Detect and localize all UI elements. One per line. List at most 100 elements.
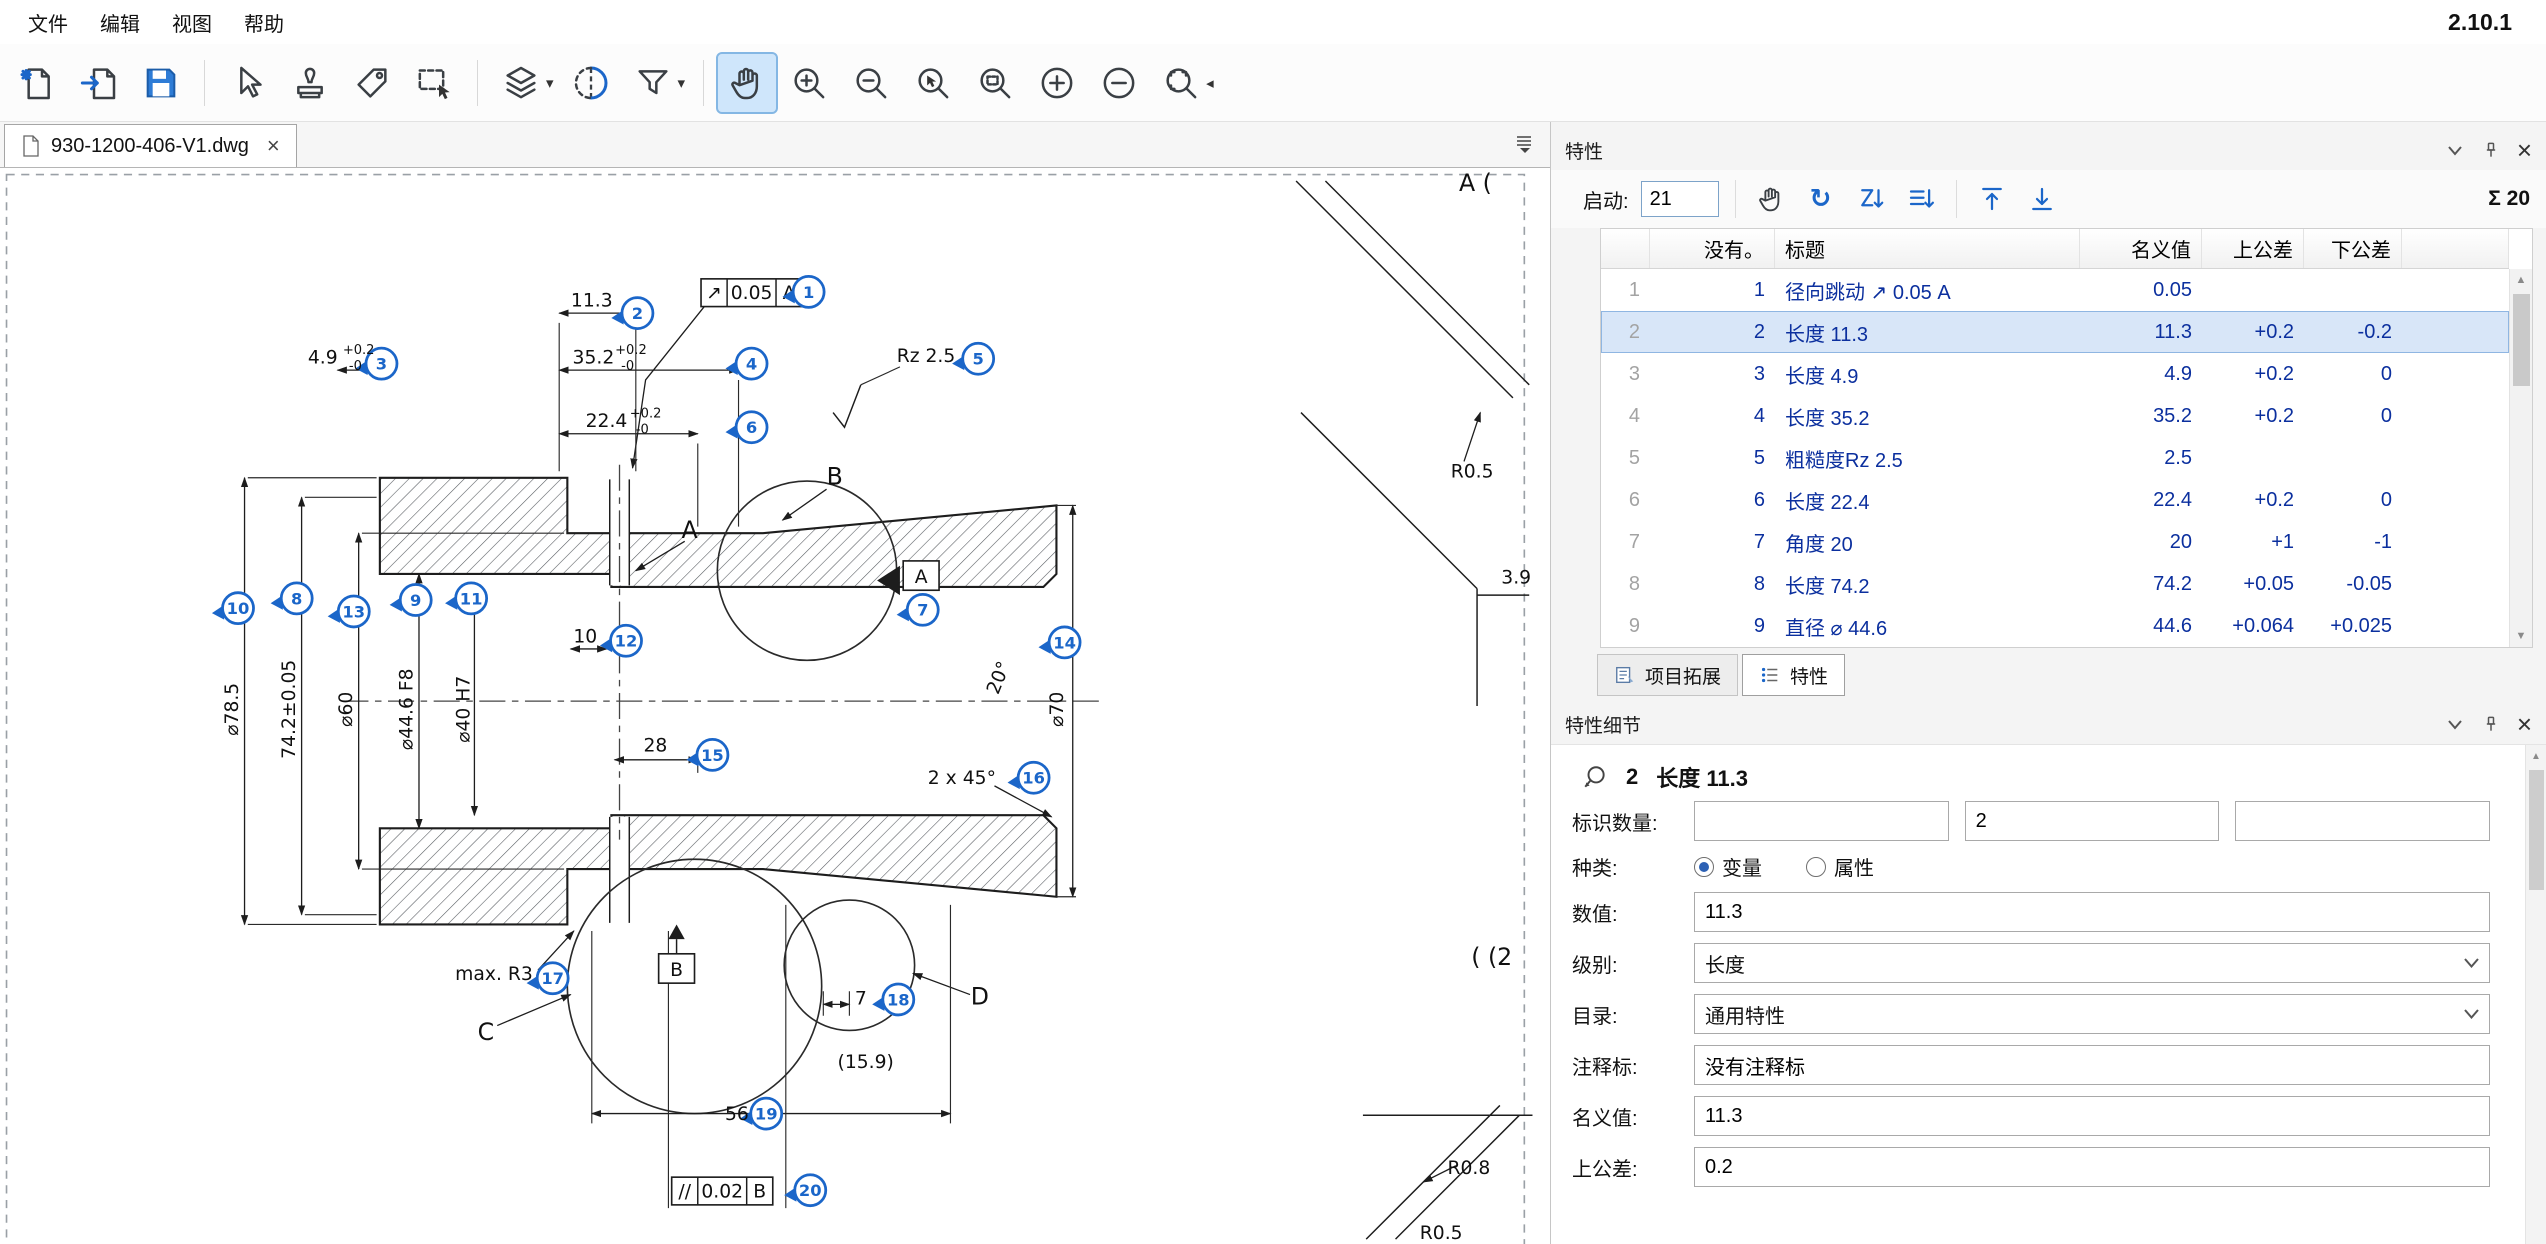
zoom-selection-button[interactable]	[904, 54, 962, 112]
balloon-13[interactable]: 13	[328, 596, 370, 627]
scrollbar-thumb[interactable]	[2529, 770, 2544, 890]
stamp-balloon-button[interactable]	[281, 54, 339, 112]
filter-button[interactable]	[624, 54, 682, 112]
balloon-16[interactable]: 16	[1008, 762, 1050, 793]
balloon-4[interactable]: 4	[725, 348, 767, 379]
close-icon[interactable]: ×	[2517, 711, 2532, 737]
note-input[interactable]	[1694, 1045, 2490, 1085]
select-cursor-button[interactable]	[219, 54, 277, 112]
id-count-input-3[interactable]	[2235, 801, 2490, 841]
id-count-input-1[interactable]	[1694, 801, 1949, 841]
properties-panel-title: 特性	[1565, 137, 1603, 164]
header-nominal[interactable]: 名义值	[2080, 229, 2202, 268]
scrollbar-thumb[interactable]	[2513, 294, 2530, 386]
balloon-12[interactable]: 12	[600, 625, 642, 656]
nominal-input[interactable]	[1694, 1096, 2490, 1136]
tab-list-menu-icon[interactable]	[1514, 134, 1536, 159]
catalog-dropdown[interactable]: 通用特性	[1694, 994, 2490, 1034]
radio-attribute[interactable]	[1806, 857, 1826, 877]
pan-hand-button[interactable]	[718, 54, 776, 112]
open-document-button[interactable]	[70, 54, 128, 112]
tab-properties[interactable]: 特性	[1742, 654, 1845, 696]
table-row[interactable]: 22长度 11.311.3+0.2-0.2	[1601, 311, 2509, 353]
table-row[interactable]: 44长度 35.235.2+0.20	[1601, 395, 2509, 437]
document-tab[interactable]: 930-1200-406-V1.dwg ×	[4, 124, 297, 167]
table-scrollbar[interactable]: ▲ ▼	[2509, 269, 2532, 647]
close-icon[interactable]: ×	[2517, 137, 2532, 163]
balloon-6[interactable]: 6	[725, 412, 767, 443]
zoom-out-circle-button[interactable]	[1090, 54, 1148, 112]
toolbar-collapse-chevron[interactable]: ◂	[1206, 74, 1214, 92]
menu-edit[interactable]: 编辑	[84, 2, 156, 43]
table-row[interactable]: 99直径 ⌀ 44.644.6+0.064+0.025	[1601, 605, 2509, 647]
zoom-in-circle-button[interactable]	[1028, 54, 1086, 112]
header-lower-tol[interactable]: 下公差	[2304, 229, 2402, 268]
mirror-button[interactable]	[562, 54, 620, 112]
dimension-label: ( (2	[1471, 943, 1512, 971]
balloon-20[interactable]: 20	[784, 1175, 826, 1206]
tab-label: 项目拓展	[1645, 662, 1721, 689]
chevron-down-icon[interactable]	[2453, 995, 2489, 1033]
pin-icon[interactable]	[2481, 714, 2501, 734]
class-dropdown[interactable]: 长度	[1694, 943, 2490, 983]
svg-text:B: B	[670, 960, 683, 981]
dimension-label: 28	[643, 736, 667, 757]
renumber-icon[interactable]: ↻	[1802, 180, 1840, 218]
table-row[interactable]: 11径向跳动 ↗ 0.05 A0.05	[1601, 269, 2509, 311]
filter-dropdown-caret[interactable]: ▾	[678, 74, 686, 92]
header-no[interactable]: 没有。	[1650, 229, 1775, 268]
scroll-up-icon[interactable]: ▲	[2510, 269, 2532, 291]
menu-file[interactable]: 文件	[12, 2, 84, 43]
pin-icon[interactable]	[2481, 140, 2501, 160]
scroll-down-icon[interactable]: ▼	[2510, 625, 2532, 647]
id-count-input-2[interactable]	[1965, 801, 2220, 841]
balloon-18[interactable]: 18	[872, 984, 914, 1015]
details-scrollbar[interactable]: ▲	[2525, 745, 2546, 1244]
header-title[interactable]: 标题	[1775, 229, 2080, 268]
chevron-down-icon[interactable]	[2445, 714, 2465, 734]
dimension-label: Rz 2.5	[897, 346, 956, 367]
table-row[interactable]: 88长度 74.274.2+0.05-0.05	[1601, 563, 2509, 605]
table-row[interactable]: 33长度 4.94.9+0.20	[1601, 353, 2509, 395]
balloon-9[interactable]: 9	[390, 585, 432, 616]
save-button[interactable]	[132, 54, 190, 112]
zoom-window-button[interactable]	[966, 54, 1024, 112]
start-input[interactable]	[1641, 181, 1719, 217]
balloon-5[interactable]: 5	[952, 343, 994, 374]
balloon-14[interactable]: 14	[1039, 627, 1081, 658]
hand-tool-icon[interactable]	[1752, 180, 1790, 218]
new-document-button[interactable]	[8, 54, 66, 112]
move-to-top-icon[interactable]	[1973, 180, 2011, 218]
list-sort-icon[interactable]	[1902, 180, 1940, 218]
header-upper-tol[interactable]: 上公差	[2202, 229, 2304, 268]
tab-close-icon[interactable]: ×	[267, 135, 280, 157]
balloon-7[interactable]: 7	[897, 594, 939, 625]
zoom-extents-button[interactable]	[1152, 54, 1210, 112]
value-input[interactable]	[1694, 892, 2490, 932]
balloon-15[interactable]: 15	[686, 739, 728, 770]
layers-dropdown-caret[interactable]: ▾	[546, 74, 554, 92]
balloon-11[interactable]: 11	[445, 583, 487, 614]
z-sort-icon[interactable]	[1852, 180, 1890, 218]
zoom-out-button[interactable]	[842, 54, 900, 112]
menu-help[interactable]: 帮助	[228, 2, 300, 43]
table-row[interactable]: 77角度 2020+1-1	[1601, 521, 2509, 563]
balloon-10[interactable]: 10	[212, 593, 254, 624]
svg-text:17: 17	[541, 969, 564, 988]
chevron-down-icon[interactable]	[2445, 140, 2465, 160]
zoom-in-button[interactable]	[780, 54, 838, 112]
layers-button[interactable]	[492, 54, 550, 112]
scroll-up-icon[interactable]: ▲	[2526, 745, 2546, 767]
tab-project-expansion[interactable]: 项目拓展	[1597, 654, 1738, 696]
table-row[interactable]: 66长度 22.422.4+0.20	[1601, 479, 2509, 521]
menu-view[interactable]: 视图	[156, 2, 228, 43]
radio-variable[interactable]	[1694, 857, 1714, 877]
drawing-canvas[interactable]: ↗ 0.05 A // 0.02 B A	[0, 168, 1550, 1244]
marquee-select-button[interactable]	[405, 54, 463, 112]
balloon-8[interactable]: 8	[271, 583, 313, 614]
tag-button[interactable]	[343, 54, 401, 112]
upper-tol-input[interactable]	[1694, 1147, 2490, 1187]
move-to-bottom-icon[interactable]	[2023, 180, 2061, 218]
table-row[interactable]: 55粗糙度Rz 2.52.5	[1601, 437, 2509, 479]
chevron-down-icon[interactable]	[2453, 944, 2489, 982]
